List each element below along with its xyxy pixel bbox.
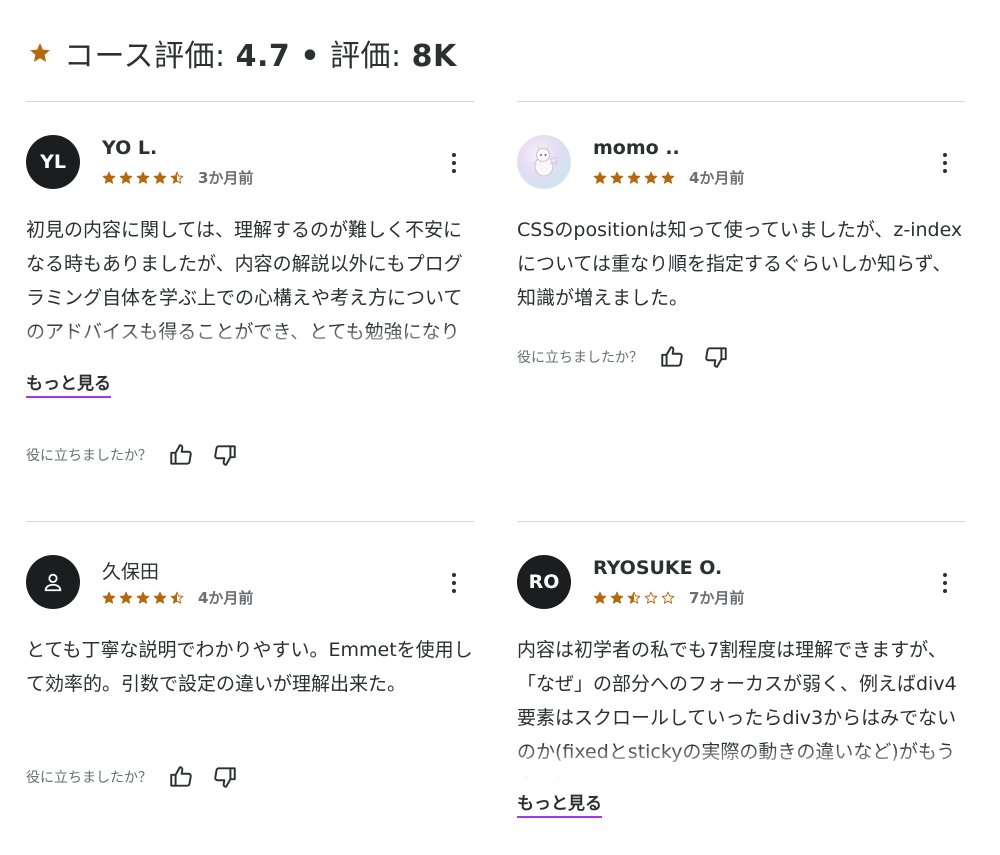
thumbs-down-icon[interactable]	[212, 442, 238, 468]
review-date: 4か月前	[689, 169, 745, 187]
rating-title: コース評価: 4.7 • 評価: 8K	[64, 39, 457, 74]
star-rating	[593, 591, 675, 605]
star-full-icon	[102, 591, 116, 604]
star-icon	[30, 43, 50, 62]
helpful-row: 役に立ちましたか？	[26, 764, 256, 790]
star-full-icon	[119, 591, 133, 604]
star-full-icon	[593, 171, 607, 184]
star-empty-icon	[661, 591, 675, 604]
more-options-icon[interactable]	[450, 573, 458, 593]
review-date: 3か月前	[198, 169, 254, 187]
star-full-icon	[136, 171, 150, 184]
review-text: とても丁寧な説明でわかりやすい。Emmetを使用して効率的。引数で設定の違いが理…	[26, 639, 473, 695]
more-options-icon[interactable]	[941, 573, 949, 593]
helpful-question: 役に立ちましたか？	[26, 770, 152, 786]
more-options-icon[interactable]	[941, 153, 949, 173]
star-rating	[102, 591, 184, 605]
helpful-row: 役に立ちましたか？	[26, 442, 256, 468]
review-text: CSSのpositionは知って使っていましたが、z-indexについては重なり…	[517, 219, 963, 309]
thumbs-down-icon[interactable]	[703, 344, 729, 370]
thumbs-up-icon[interactable]	[168, 442, 194, 468]
review-card: momo .. 4か月前 CSSのpositionは知って使っていましたが、z-…	[517, 101, 965, 521]
star-full-icon	[102, 171, 116, 184]
star-full-icon	[153, 591, 167, 604]
avatar	[26, 555, 80, 609]
star-full-icon	[136, 591, 150, 604]
review-text: 内容は初学者の私でも7割程度は理解できますが、「なぜ」の部分へのフォーカスが弱く…	[517, 639, 957, 779]
star-full-icon	[153, 171, 167, 184]
divider	[26, 101, 474, 102]
star-full-icon	[661, 171, 675, 184]
review-card: YL YO L. 3か月前 初見の内容に関しては、理解するのが難しく不安になる時…	[26, 101, 474, 521]
show-more-link[interactable]: もっと見る	[26, 373, 111, 398]
review-date: 4か月前	[198, 589, 254, 607]
star-empty-icon	[644, 591, 658, 604]
reviewer-name: 久保田	[102, 561, 160, 583]
helpful-question: 役に立ちましたか？	[517, 350, 643, 366]
star-half-icon	[170, 591, 184, 604]
thumbs-down-icon[interactable]	[212, 764, 238, 790]
helpful-row: 役に立ちましたか？	[517, 344, 747, 370]
show-more-link[interactable]: もっと見る	[517, 793, 602, 818]
star-half-icon	[627, 591, 641, 604]
reviewer-name: RYOSUKE O.	[593, 557, 723, 579]
avatar	[517, 135, 571, 189]
star-full-icon	[644, 171, 658, 184]
star-rating	[593, 171, 675, 185]
review-card: RO RYOSUKE O. 7か月前 内容は初学者の私でも7割程度は理解できます…	[517, 521, 965, 841]
star-rating	[102, 171, 184, 185]
reviewer-name: YO L.	[102, 137, 158, 159]
user-icon	[44, 573, 62, 592]
thumbs-up-icon[interactable]	[659, 344, 685, 370]
avatar: YL	[26, 135, 80, 189]
helpful-question: 役に立ちましたか？	[26, 448, 152, 464]
star-full-icon	[119, 171, 133, 184]
review-meta: 4か月前	[593, 167, 744, 188]
review-meta: 3か月前	[102, 167, 253, 188]
reviewer-name: momo ..	[593, 137, 680, 159]
review-card: 久保田 4か月前 とても丁寧な説明でわかりやすい。Emmetを使用して効率的。引…	[26, 521, 474, 841]
dragon-avatar-image	[534, 145, 557, 177]
review-meta: 7か月前	[593, 587, 744, 608]
more-options-icon[interactable]	[450, 153, 458, 173]
star-full-icon	[610, 171, 624, 184]
divider	[517, 101, 965, 102]
course-rating-header: コース評価: 4.7 • 評価: 8K	[28, 28, 457, 78]
divider	[517, 521, 965, 522]
star-full-icon	[610, 591, 624, 604]
star-full-icon	[593, 591, 607, 604]
star-half-icon	[170, 171, 184, 184]
review-meta: 4か月前	[102, 587, 253, 608]
review-date: 7か月前	[689, 589, 745, 607]
divider	[26, 521, 474, 522]
review-text: 初見の内容に関しては、理解するのが難しく不安になる時もありましたが、内容の解説以…	[26, 219, 463, 359]
star-full-icon	[627, 171, 641, 184]
thumbs-up-icon[interactable]	[168, 764, 194, 790]
avatar: RO	[517, 555, 571, 609]
